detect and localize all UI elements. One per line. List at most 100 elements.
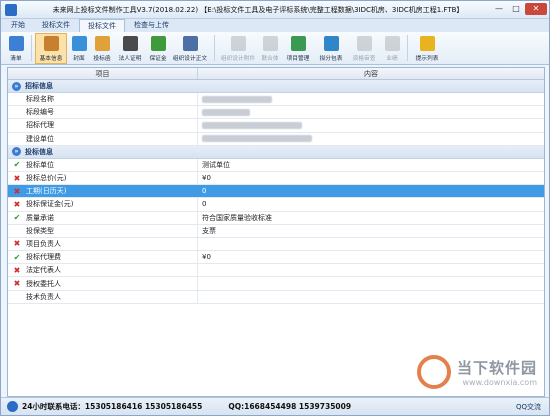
toolbar-button-11[interactable]: 资格审查 — [348, 33, 380, 64]
row-label-cell: ✖ 工期(日历天) — [8, 185, 198, 198]
grid-row[interactable]: 标段编号 — [8, 106, 544, 120]
close-icon[interactable]: ✕ — [525, 3, 547, 15]
row-value-cell[interactable]: ¥0 — [198, 172, 544, 184]
toolbar-button-6[interactable]: 组织设计正文 — [170, 33, 210, 64]
row-label: 标段名称 — [26, 95, 54, 104]
row-value-cell[interactable]: 符合国家质量验收标准 — [198, 212, 544, 224]
toolbar-button-7[interactable]: 组织设计附件 — [218, 33, 258, 64]
grid-row[interactable]: 技术负责人 — [8, 290, 544, 304]
toolbar-button-label: 清单 — [10, 54, 22, 62]
row-value-cell[interactable]: 测试单位 — [198, 159, 544, 171]
property-grid: 项目 内容 » 招标信息标段名称标段编号 招标代理 建设单位 » 投标信息 ✔ 投标单位 测试单… — [7, 67, 545, 397]
warning-icon — [419, 35, 435, 51]
grid-section[interactable]: » 投标信息 — [8, 145, 544, 159]
section-title: 招标信息 — [25, 82, 53, 90]
row-value-cell[interactable]: ¥0 — [198, 251, 544, 263]
column-header-item[interactable]: 项目 — [8, 68, 198, 79]
row-value-cell[interactable] — [198, 133, 544, 145]
row-label-cell: ✔ 质量承诺 — [8, 211, 198, 224]
row-value-cell[interactable]: 支票 — [198, 225, 544, 237]
grid-row[interactable]: ✔ 质量承诺 符合国家质量验收标准 — [8, 211, 544, 225]
row-value-cell[interactable] — [198, 106, 544, 118]
toolbar-button-1[interactable]: 基本信息 — [35, 32, 67, 64]
toolbar-separator — [31, 35, 32, 61]
toolbar-button-label: 基本信息 — [39, 54, 63, 62]
grid-row[interactable]: ✖ 授权委托人 — [8, 277, 544, 291]
watermark-logo-icon — [416, 355, 451, 389]
toolbar-button-8[interactable]: 联合体 — [259, 33, 281, 64]
qq-chat-link[interactable]: QQ交流 — [516, 402, 541, 412]
row-value-cell[interactable] — [198, 291, 544, 303]
grid-row[interactable]: ✖ 工期(日历天) 0 — [8, 185, 544, 199]
tab-bid-file[interactable]: 投标文件 — [34, 19, 78, 32]
app-window: 未来网上投标文件制作工具V3.7(2018.02.22) 【E:\投标文件工具及… — [0, 0, 550, 416]
column-header-content[interactable]: 内容 — [198, 68, 544, 79]
row-value-cell[interactable]: 0 — [198, 185, 544, 197]
chart-icon — [323, 35, 339, 51]
toolbar-button-label: 联合体 — [261, 54, 279, 62]
toolbar-button-label: 法人证明 — [118, 54, 142, 62]
grid-row[interactable]: 招标代理 — [8, 119, 544, 133]
grid-row[interactable]: 标段名称 — [8, 93, 544, 107]
toolbar-button-9[interactable]: 项目管理 — [282, 33, 314, 64]
toolbar-button-label: 保证金 — [149, 54, 167, 62]
tab-start[interactable]: 开始 — [3, 19, 33, 32]
row-value-cell[interactable] — [198, 277, 544, 289]
grid-row[interactable]: 建设单位 — [8, 132, 544, 146]
row-value: ¥0 — [202, 174, 211, 183]
maximize-icon[interactable]: □ — [508, 3, 524, 15]
row-label: 技术负责人 — [26, 292, 61, 301]
grid-section[interactable]: » 招标信息 — [8, 80, 544, 93]
error-icon: ✖ — [13, 265, 21, 275]
collapse-icon[interactable]: » — [12, 147, 21, 157]
info-icon — [43, 35, 59, 51]
grid-row[interactable]: ✔ 投标单位 测试单位 — [8, 158, 544, 172]
row-label-cell: ✖ 投标总价(元) — [8, 171, 198, 185]
toolbar-button-2[interactable]: 封面 — [68, 33, 90, 64]
grid-row[interactable]: ✖ 项目负责人 — [8, 237, 544, 252]
toolbar-separator — [214, 35, 215, 61]
toolbar-button-10[interactable]: 拟分包表 — [315, 33, 347, 64]
project-icon — [290, 35, 306, 51]
toolbar-button-label: 组织设计正文 — [172, 54, 208, 62]
ribbon-tabs: 开始 投标文件 投标文件 检查与上传 — [1, 19, 549, 32]
toolbar-button-label: 封面 — [73, 54, 85, 62]
row-label: 投标代理费 — [26, 253, 61, 262]
minimize-icon[interactable]: — — [491, 3, 507, 15]
tab-check-upload[interactable]: 检查与上传 — [126, 19, 177, 32]
tab-bid-file-active[interactable]: 投标文件 — [79, 19, 125, 32]
attach-icon — [230, 35, 246, 51]
grid-row[interactable]: ✔ 投标代理费 ¥0 — [8, 251, 544, 265]
toolbar-button-4[interactable]: 法人证明 — [114, 33, 146, 64]
row-value-cell[interactable] — [198, 264, 544, 276]
row-value: 0 — [202, 187, 207, 196]
toolbar-button-12[interactable]: 业绩 — [381, 33, 403, 64]
toolbar-button-label: 业绩 — [386, 54, 398, 62]
row-value-cell[interactable] — [198, 119, 544, 131]
row-label: 工期(日历天) — [26, 187, 67, 196]
collapse-icon[interactable]: » — [12, 81, 21, 91]
trophy-icon — [384, 35, 400, 51]
row-label-cell: ✖ 法定代表人 — [8, 264, 198, 277]
row-value-cell[interactable] — [198, 93, 544, 105]
error-icon: ✖ — [13, 239, 21, 249]
toolbar-button-label: 资格审查 — [352, 54, 376, 62]
grid-row[interactable]: ✖ 投标保证金(元) 0 — [8, 198, 544, 212]
row-label-cell: 技术负责人 — [8, 290, 198, 303]
row-label-cell: 建设单位 — [8, 132, 198, 145]
contact-phone: 24小时联系电话：15305186416 15305186455 — [22, 402, 203, 411]
row-value-cell[interactable] — [198, 238, 544, 250]
grid-row[interactable]: ✖ 投标总价(元) ¥0 — [8, 171, 544, 186]
toolbar-button-0[interactable]: 清单 — [5, 33, 27, 64]
toolbar-button-13[interactable]: 提示列表 — [411, 33, 443, 64]
row-value-cell[interactable]: 0 — [198, 198, 544, 210]
toolbar-button-3[interactable]: 投标函 — [91, 33, 113, 64]
row-label-cell: ✔ 投标单位 — [8, 158, 198, 171]
cover-icon — [71, 35, 87, 51]
toolbar-button-label: 项目管理 — [286, 54, 310, 62]
toolbar-button-5[interactable]: 保证金 — [147, 33, 169, 64]
grid-row[interactable]: ✖ 法定代表人 — [8, 264, 544, 278]
grid-row[interactable]: 投保类型 支票 — [8, 224, 544, 238]
letter-icon — [94, 35, 110, 51]
row-label: 质量承诺 — [26, 213, 54, 222]
